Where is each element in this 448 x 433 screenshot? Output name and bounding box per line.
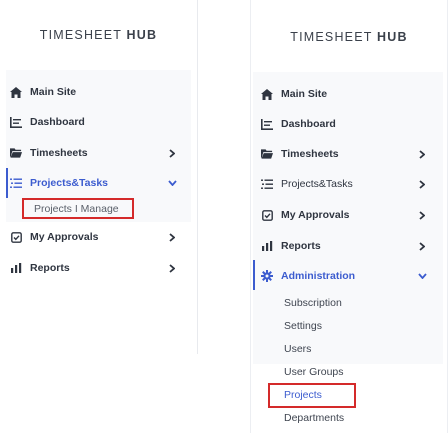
sidebar-item-timesheets[interactable]: Timesheets: [251, 144, 447, 164]
sidebar-item-label: Timesheets: [30, 147, 88, 159]
home-icon: [261, 88, 273, 100]
sidebar-item-dashboard[interactable]: Dashboard: [251, 114, 447, 134]
tasks-list-icon: [10, 177, 22, 189]
dashboard-icon: [261, 118, 273, 130]
submenu-item-users[interactable]: Users: [284, 343, 311, 355]
sidebar-item-projects-tasks[interactable]: Projects&Tasks: [251, 174, 447, 194]
sidebar-item-main-site[interactable]: Main Site: [251, 84, 447, 104]
sidebar-item-label: My Approvals: [281, 209, 350, 221]
sidebar-left: TIMESHEET HUB Main Site Dashboard Timesh…: [0, 0, 198, 354]
sidebar-item-dashboard[interactable]: Dashboard: [0, 112, 197, 132]
sidebar-item-label: Projects&Tasks: [30, 177, 109, 189]
highlight-box: [22, 198, 134, 219]
sidebar-item-administration[interactable]: Administration: [251, 266, 447, 286]
sidebar-item-label: Projects&Tasks: [281, 178, 353, 190]
sidebar-item-my-approvals[interactable]: My Approvals: [0, 227, 197, 247]
brand-logo: TIMESHEET HUB: [39, 28, 158, 42]
checkbox-icon: [261, 209, 273, 221]
dashboard-icon: [10, 116, 22, 128]
home-icon: [10, 86, 22, 98]
bar-chart-icon: [261, 240, 273, 252]
sidebar-item-timesheets[interactable]: Timesheets: [0, 143, 197, 163]
tasks-list-icon: [261, 178, 273, 190]
submenu-item-subscription[interactable]: Subscription: [284, 297, 342, 309]
submenu-item-departments[interactable]: Departments: [284, 412, 344, 424]
sidebar-item-label: Main Site: [30, 86, 77, 98]
folder-icon: [261, 148, 273, 160]
chevron-right-icon: [417, 149, 427, 159]
sidebar-item-label: Reports: [281, 240, 321, 252]
chevron-down-icon: [167, 178, 177, 188]
sidebar-item-label: Dashboard: [281, 118, 336, 130]
sidebar-item-label: Main Site: [281, 88, 328, 100]
gear-icon: [261, 270, 273, 282]
sidebar-item-reports[interactable]: Reports: [251, 236, 447, 256]
sidebar-item-projects-tasks[interactable]: Projects&Tasks: [0, 173, 197, 193]
highlight-box: [268, 383, 356, 408]
sidebar-item-label: Reports: [30, 262, 70, 274]
chevron-right-icon: [167, 232, 177, 242]
sidebar-item-label: Timesheets: [281, 148, 339, 160]
chevron-right-icon: [167, 263, 177, 273]
bar-chart-icon: [10, 262, 22, 274]
chevron-right-icon: [417, 179, 427, 189]
submenu-item-settings[interactable]: Settings: [284, 320, 322, 332]
sidebar-item-my-approvals[interactable]: My Approvals: [251, 205, 447, 225]
chevron-right-icon: [417, 241, 427, 251]
submenu-item-user-groups[interactable]: User Groups: [284, 366, 344, 378]
sidebar-item-label: Administration: [281, 270, 356, 282]
chevron-right-icon: [167, 148, 177, 158]
sidebar-right: TIMESHEET HUB Main Site Dashboard Timesh…: [250, 0, 448, 433]
folder-icon: [10, 147, 22, 159]
brand-logo: TIMESHEET HUB: [290, 30, 408, 44]
sidebar-item-main-site[interactable]: Main Site: [0, 82, 197, 102]
checkbox-icon: [10, 231, 22, 243]
sidebar-item-reports[interactable]: Reports: [0, 258, 197, 278]
sidebar-item-label: My Approvals: [30, 231, 99, 243]
sidebar-item-label: Dashboard: [30, 116, 85, 128]
chevron-right-icon: [417, 210, 427, 220]
chevron-down-icon: [417, 271, 427, 281]
